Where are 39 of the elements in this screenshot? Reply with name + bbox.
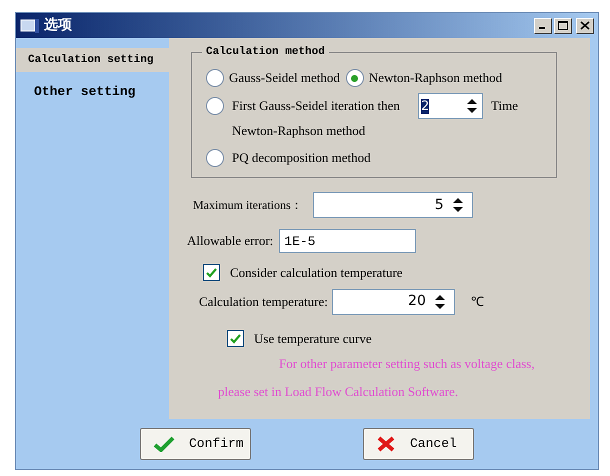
cancel-button[interactable]: Cancel — [363, 428, 474, 460]
count-spinner[interactable]: 2 — [418, 93, 483, 119]
iterations-spinner[interactable]: 5 — [312, 192, 473, 218]
note-text: please set in Load Flow Calculation Software. — [218, 382, 460, 401]
window-title: 选项 — [44, 16, 72, 35]
checkbox-label: Consider calculation temperature — [230, 264, 403, 282]
maximize-button[interactable] — [554, 18, 572, 34]
sidebar-item[interactable]: Other setting — [16, 80, 169, 104]
minimize-button[interactable] — [534, 18, 552, 34]
checkbox[interactable] — [203, 264, 220, 282]
cross-icon — [376, 436, 396, 452]
option-label: First Gauss-Seidel iteration then Newton-Raphson method — [232, 97, 401, 140]
spin-arrows-icon[interactable] — [434, 294, 446, 310]
spin-arrows-icon[interactable] — [452, 197, 464, 213]
field-label: Allowable error: — [187, 232, 274, 250]
check-icon — [153, 436, 175, 452]
window-icon — [20, 18, 40, 34]
close-icon — [580, 21, 590, 30]
spin-arrows-icon[interactable] — [466, 98, 478, 114]
sidebar-item[interactable]: Calculation setting — [16, 48, 169, 72]
unit-label: ℃ — [470, 292, 484, 311]
error-input-field[interactable]: 1E-5 — [279, 229, 416, 253]
unit-label: Time — [491, 97, 518, 115]
radio-button[interactable] — [206, 97, 224, 115]
field-label: Calculation temperature: — [199, 292, 328, 311]
radio-button[interactable] — [346, 69, 364, 87]
checkbox[interactable] — [227, 330, 244, 347]
field-label: Maximum iterations： — [193, 197, 303, 213]
maximize-icon — [558, 21, 568, 30]
confirm-button[interactable]: Confirm — [140, 428, 251, 460]
temperature-spinner[interactable]: 20 — [332, 288, 455, 314]
option-label: PQ decomposition method — [232, 149, 371, 168]
option-label: Newton-Raphson method — [368, 69, 502, 88]
option-label: Gauss-Seidel method — [229, 69, 340, 88]
checkbox-label: Use temperature curve — [254, 330, 372, 348]
close-button[interactable] — [576, 18, 594, 34]
radio-button[interactable] — [206, 69, 224, 87]
note-text: For other parameter setting such as voltage class, — [279, 355, 536, 373]
radio-button[interactable] — [206, 149, 224, 167]
